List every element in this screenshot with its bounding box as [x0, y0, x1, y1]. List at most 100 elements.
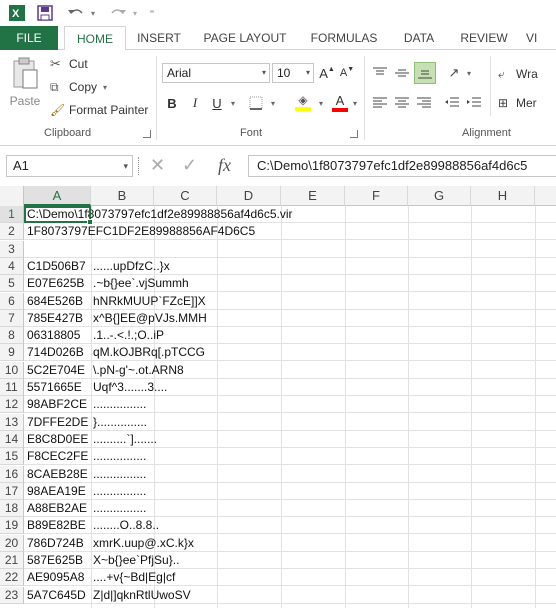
align-top-button[interactable] [370, 62, 390, 84]
cell-a[interactable]: C1D506B7 [27, 258, 90, 275]
enter-icon[interactable]: ✓ [182, 155, 197, 176]
worksheet-grid[interactable]: A B C D E F G H 1 C:\Demo\1f8073797efc1df… [0, 186, 556, 608]
row-header[interactable]: 17 [0, 482, 24, 500]
column-header-h[interactable]: H [471, 186, 535, 206]
decrease-indent-button[interactable] [442, 93, 462, 113]
row-header[interactable]: 23 [0, 586, 24, 604]
copy-button[interactable]: ⧉ Copy ▾ [50, 78, 107, 96]
cell-b[interactable]: X~b{}ee`PfjSu}.. [93, 552, 218, 569]
align-center-button[interactable] [392, 93, 412, 113]
shrink-font-button[interactable]: A ▼ [338, 63, 356, 83]
cell-a[interactable]: 714D026B [27, 344, 90, 361]
row-header[interactable]: 19 [0, 517, 24, 535]
cell-b[interactable]: hNRkMUUP`FZcE]]X [93, 293, 218, 310]
undo-dropdown-icon[interactable]: ▾ [88, 3, 98, 23]
tab-insert[interactable]: INSERT [130, 26, 188, 50]
row-header[interactable]: 15 [0, 448, 24, 466]
fill-color-button[interactable]: ◈ [292, 91, 314, 113]
cell-a[interactable]: 587E625B [27, 552, 90, 569]
cell-b[interactable]: .~b{}ee`.vjSummh [93, 275, 218, 292]
wrap-text-button[interactable]: ⤶ Wra [498, 64, 538, 84]
align-middle-button[interactable] [392, 62, 412, 84]
cell-a[interactable]: E8C8D0EE [27, 431, 90, 448]
tab-formulas[interactable]: FORMULAS [302, 26, 386, 50]
font-color-button[interactable]: A [330, 91, 350, 113]
cancel-icon[interactable]: ✕ [150, 155, 165, 176]
format-painter-button[interactable]: 🖌 Format Painter [50, 101, 148, 119]
column-header-f[interactable]: F [345, 186, 408, 206]
column-header-b[interactable]: B [91, 186, 154, 206]
cell-b[interactable]: xmrK.uup@.xC.k}x [93, 535, 218, 552]
row-header[interactable]: 11 [0, 379, 24, 396]
cell-b[interactable]: ....+v{~Bd|Eg|cf [93, 569, 218, 586]
cell-b[interactable]: ................ [93, 448, 218, 465]
select-all-corner[interactable] [0, 186, 24, 206]
underline-button[interactable]: U [208, 93, 226, 113]
customize-qat-icon[interactable]: ⁼ [146, 3, 158, 23]
borders-button[interactable] [246, 93, 266, 113]
font-launcher-icon[interactable] [350, 130, 358, 138]
cell-a[interactable]: 7DFFE2DE [27, 414, 90, 431]
cell-b[interactable]: ................ [93, 396, 218, 413]
insert-function-icon[interactable]: fx [218, 155, 231, 176]
save-icon[interactable] [36, 3, 54, 23]
cell-a[interactable]: 684E526B [27, 293, 90, 310]
font-family-select[interactable]: Arial ▾ [162, 63, 270, 83]
row-header[interactable]: 2 [0, 223, 24, 241]
formula-input[interactable]: C:\Demo\1f8073797efc1df2e89988856af4d6c5 [248, 155, 556, 177]
fill-dropdown-icon[interactable]: ▾ [316, 93, 326, 113]
orientation-button[interactable]: ↗ [444, 62, 464, 84]
tab-page-layout[interactable]: PAGE LAYOUT [196, 26, 294, 50]
row-header[interactable]: 10 [0, 361, 24, 379]
cell-a[interactable]: E07E625B [27, 275, 90, 292]
row-header[interactable]: 4 [0, 257, 24, 275]
align-left-button[interactable] [370, 93, 390, 113]
row-header[interactable]: 13 [0, 413, 24, 431]
cell-a[interactable] [27, 241, 90, 258]
font-size-select[interactable]: 10 ▾ [272, 63, 314, 83]
cell-b[interactable]: ................ [93, 483, 218, 500]
cell-a[interactable]: 8CAEB28E [27, 466, 90, 483]
cell-a[interactable]: AE9095A8 [27, 569, 90, 586]
cell-b[interactable]: }............... [93, 414, 218, 431]
column-header-a[interactable]: A [24, 186, 91, 206]
cell-b[interactable] [93, 206, 218, 223]
increase-indent-button[interactable] [464, 93, 484, 113]
tab-view[interactable]: VI [526, 26, 556, 50]
grow-font-button[interactable]: A ▲ [318, 63, 336, 83]
column-header-d[interactable]: D [217, 186, 281, 206]
cell-b[interactable]: qM.kOJBRq[.pTCCG [93, 344, 218, 361]
merge-center-button[interactable]: ⊞ Mer [498, 93, 537, 113]
cell-b[interactable]: x^B{]EE@pVJs.MMH [93, 310, 218, 327]
clipboard-launcher-icon[interactable] [143, 130, 151, 138]
column-header-g[interactable]: G [408, 186, 471, 206]
row-header[interactable]: 14 [0, 430, 24, 448]
cell-a[interactable]: F8CEC2FE [27, 448, 90, 465]
cell-a[interactable]: A88EB2AE [27, 500, 90, 517]
undo-icon[interactable] [66, 3, 86, 23]
cell-b[interactable]: .1..-.<.!.;O..iP [93, 327, 218, 344]
tab-review[interactable]: REVIEW [452, 26, 516, 50]
tab-data[interactable]: DATA [392, 26, 446, 50]
underline-dropdown-icon[interactable]: ▾ [228, 93, 238, 113]
row-header[interactable]: 12 [0, 396, 24, 414]
borders-dropdown-icon[interactable]: ▾ [268, 93, 278, 113]
cell-b[interactable]: ................ [93, 466, 218, 483]
italic-button[interactable]: I [186, 93, 204, 113]
column-header-e[interactable]: E [281, 186, 345, 206]
row-header[interactable]: 5 [0, 275, 24, 293]
row-header[interactable]: 7 [0, 309, 24, 327]
row-header[interactable]: 8 [0, 327, 24, 345]
cell-a[interactable]: B89E82BE [27, 517, 90, 534]
cut-button[interactable]: ✂ Cut [50, 55, 88, 73]
redo-icon[interactable] [108, 3, 128, 23]
cell-a[interactable]: 5A7C645D [27, 587, 90, 604]
fill-handle[interactable] [87, 219, 93, 225]
row-header[interactable]: 3 [0, 240, 24, 258]
row-header[interactable]: 1 [0, 206, 24, 223]
cell-b[interactable]: \.pN-g'~.ot.ARN8 [93, 362, 218, 379]
font-color-dropdown-icon[interactable]: ▾ [350, 93, 360, 113]
row-header[interactable]: 9 [0, 344, 24, 362]
cell-b[interactable] [93, 241, 218, 258]
cell-a[interactable]: 785E427B [27, 310, 90, 327]
